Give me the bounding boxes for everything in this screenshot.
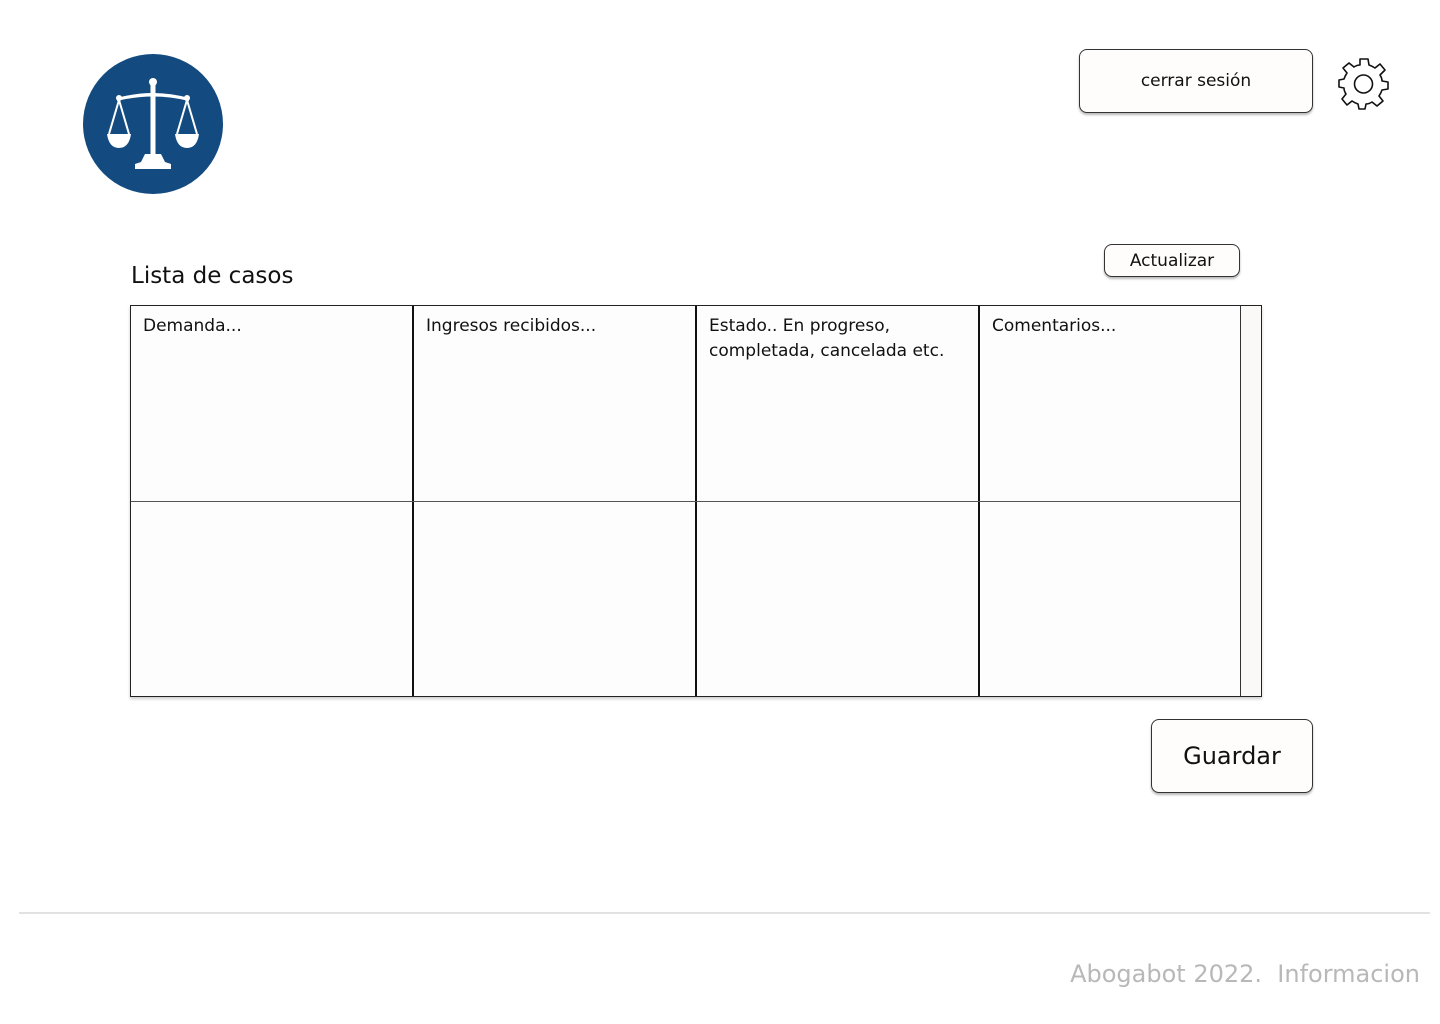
save-button[interactable]: Guardar <box>1151 719 1313 793</box>
table-cell-income[interactable]: Ingresos recibidos... <box>414 306 696 501</box>
cases-table: Demanda... Ingresos recibidos... Estado.… <box>130 305 1262 697</box>
table-cell-status[interactable] <box>697 502 979 696</box>
gear-icon[interactable] <box>1337 56 1391 110</box>
page-title: Lista de casos <box>131 263 294 289</box>
table-cell-status[interactable]: Estado.. En progreso, completada, cancel… <box>697 306 979 501</box>
table-scrollbar[interactable] <box>1240 306 1261 696</box>
page: cerrar sesión Lista de casos Actualizar … <box>0 0 1440 1024</box>
update-button-label: Actualizar <box>1129 250 1215 271</box>
logout-button-label: cerrar sesión <box>1140 71 1252 91</box>
footer-divider <box>19 912 1430 914</box>
row-divider <box>131 501 1241 502</box>
table-cell-income[interactable] <box>414 502 696 696</box>
footer-text: Abogabot 2022. Informacion <box>1070 960 1420 988</box>
table-cell-demand[interactable]: Demanda... <box>131 306 413 501</box>
save-button-label: Guardar <box>1183 742 1281 770</box>
scales-of-justice-icon <box>83 54 223 194</box>
table-cell-comments[interactable]: Comentarios... <box>980 306 1240 501</box>
update-button[interactable]: Actualizar <box>1104 244 1240 277</box>
table-cell-comments[interactable] <box>980 502 1240 696</box>
logout-button[interactable]: cerrar sesión <box>1079 49 1313 113</box>
table-cell-demand[interactable] <box>131 502 413 696</box>
